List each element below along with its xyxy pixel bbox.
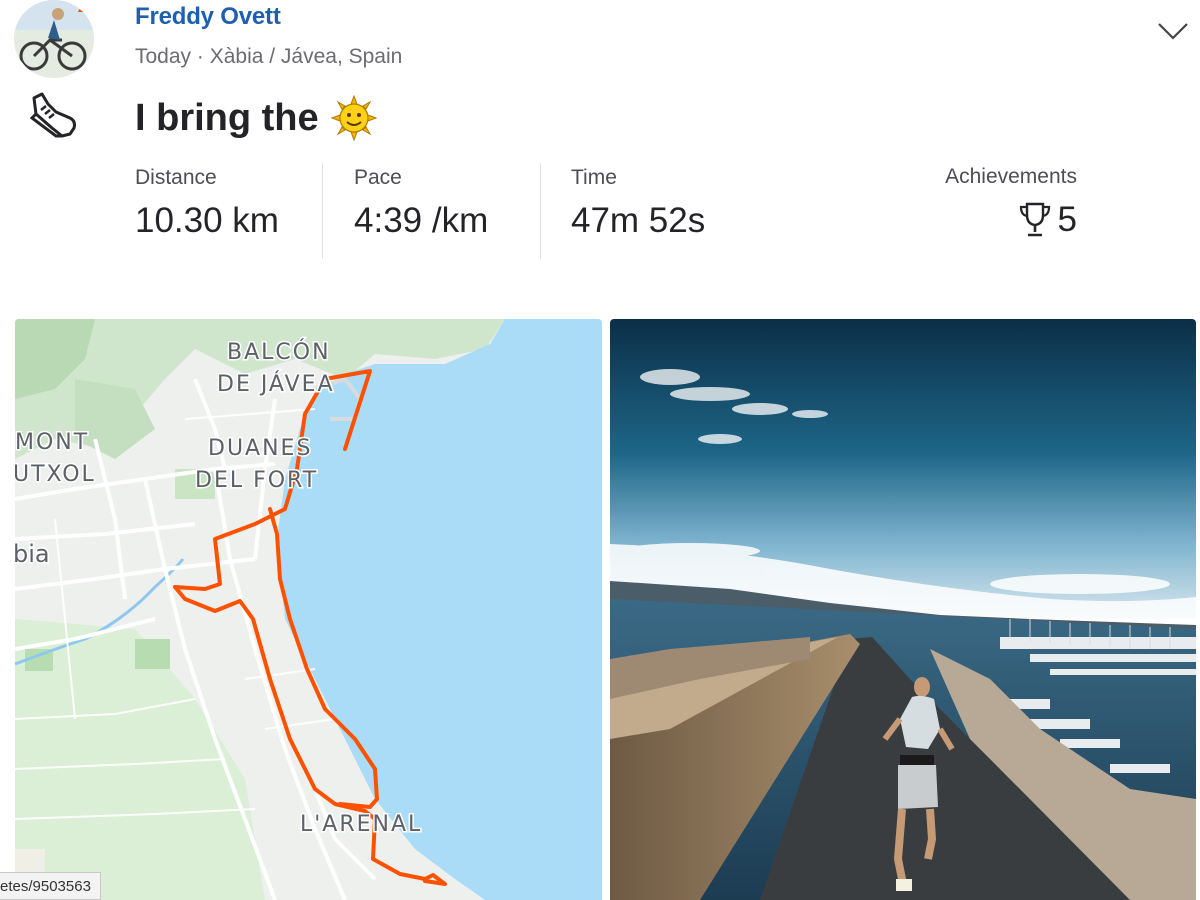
activity-card: Freddy Ovett Today · Xàbia / Jávea, Spai… (0, 0, 1200, 900)
map-label-mont: MONT (15, 430, 89, 455)
stat-achievements-row: 5 (910, 197, 1077, 243)
stat-achievements[interactable]: Achievements 5 (910, 163, 1077, 243)
activity-photo[interactable] (610, 319, 1196, 900)
trophy-icon (1019, 202, 1050, 237)
running-shoe-icon (29, 92, 76, 138)
stat-achievements-label: Achievements (945, 165, 1077, 188)
athlete-name[interactable]: Freddy Ovett (135, 3, 281, 31)
stat-divider (322, 163, 323, 259)
stat-distance: Distance 10.30 km (135, 164, 279, 244)
stat-pace: Pace 4:39 /km (354, 164, 488, 244)
map-label-bia: bia (15, 540, 50, 568)
stat-time: Time 47m 52s (571, 164, 705, 244)
status-bar-url: etes/9503563 (0, 872, 101, 900)
stat-distance-label: Distance (135, 166, 217, 189)
stat-time-label: Time (571, 166, 617, 189)
activity-title-text: I bring the (135, 96, 319, 139)
sun-face-icon (330, 95, 377, 141)
stat-pace-label: Pace (354, 166, 402, 189)
activity-title[interactable]: I bring the (135, 95, 377, 141)
map-label-balcon: BALCÓN (227, 339, 331, 365)
stat-achievements-value: 5 (1057, 200, 1077, 239)
route-map[interactable]: BALCÓN DE JÁVEA MONT UTXOL DUANES DEL FO… (15, 319, 602, 900)
stat-distance-value: 10.30 km (135, 201, 279, 240)
map-label-duanes: DUANES (208, 436, 312, 461)
map-label-del-fort: DEL FORT (195, 468, 318, 493)
athlete-avatar[interactable] (14, 0, 94, 78)
stat-time-value: 47m 52s (571, 201, 706, 240)
stat-divider (540, 163, 541, 259)
activity-date-location: Today · Xàbia / Jávea, Spain (135, 45, 403, 68)
stat-pace-value: 4:39 /km (354, 201, 489, 240)
map-label-de-javea: DE JÁVEA (217, 371, 335, 397)
map-label-utxol: UTXOL (15, 462, 96, 487)
map-label-arenal: L'ARENAL (300, 812, 422, 837)
chevron-down-icon[interactable] (1155, 16, 1191, 46)
